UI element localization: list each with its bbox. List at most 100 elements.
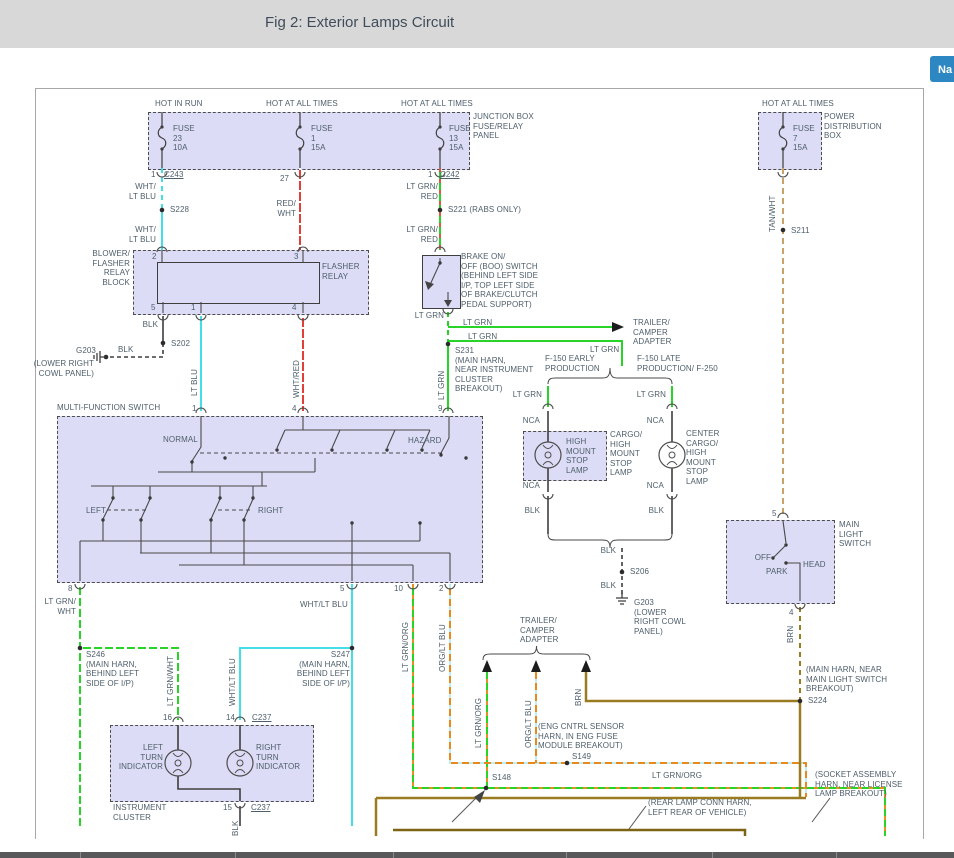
boo-switch-box — [422, 255, 461, 309]
comp-label: FLASHER RELAY — [322, 262, 360, 281]
bottom-bar-separator — [712, 852, 713, 858]
bottom-bar — [0, 852, 954, 858]
wire-label: LT GRN/ WHT — [44, 597, 76, 616]
splice-label: S246 (MAIN HARN, BEHIND LEFT SIDE OF I/P… — [86, 650, 140, 688]
comp-label: BRAKE ON/ OFF (BOO) SWITCH (BEHIND LEFT … — [461, 252, 539, 309]
wire-label: BLK — [600, 546, 616, 555]
wire-label: BLK — [648, 506, 664, 515]
pin-label: 3 — [294, 252, 299, 261]
wire-label: LT BLU — [190, 369, 199, 396]
wire-label: BLK — [142, 320, 158, 329]
conn-label: C243 — [164, 170, 184, 179]
wire-label: RED/ WHT — [276, 199, 296, 218]
note-label: HOT IN RUN — [155, 99, 203, 108]
flasher-relay-box — [157, 262, 320, 304]
wire-label: WHT/ LT BLU — [129, 225, 156, 244]
wire-label: LT GRN — [512, 390, 542, 399]
comp-label: RIGHT TURN INDICATOR — [256, 743, 301, 771]
pin-label: 4 — [292, 303, 297, 312]
wire-label: LT GRN — [463, 318, 493, 327]
note-label: F-150 LATE PRODUCTION/ F-250 — [637, 354, 718, 373]
bottom-bar-separator — [566, 852, 567, 858]
note-label: HOT AT ALL TIMES — [401, 99, 473, 108]
pin-label: 27 — [280, 174, 290, 183]
conn-label: C242 — [440, 170, 460, 179]
note-label: (MAIN HARN, NEAR MAIN LIGHT SWITCH BREAK… — [806, 665, 888, 693]
wire-label: LT GRN/ORG — [474, 697, 483, 748]
wire-label: LT GRN — [414, 311, 444, 320]
wire-label: WHT/ LT BLU — [129, 182, 156, 201]
splice-label: S224 — [808, 696, 828, 705]
bottom-bar-separator — [235, 852, 236, 858]
comp-label: TRAILER/ CAMPER ADAPTER — [520, 616, 559, 644]
splice-label: S228 — [170, 205, 190, 214]
wire-label: ORG/LT BLU — [438, 624, 447, 672]
note-label: HOT AT ALL TIMES — [762, 99, 834, 108]
wire-label: BLK — [231, 820, 240, 836]
pin-label: 4 — [789, 608, 794, 617]
wire-label: LT GRN/WHT — [166, 655, 175, 706]
comp-label: BLOWER/ FLASHER RELAY BLOCK — [92, 249, 130, 287]
nav-button[interactable]: Na — [930, 56, 954, 82]
splice-label: S202 — [171, 339, 191, 348]
note-label: (REAR LAMP CONN HARN, LEFT REAR OF VEHIC… — [648, 798, 752, 817]
pin-label: 16 — [163, 713, 173, 722]
wire-label: LT GRN/ORG — [401, 621, 410, 672]
bottom-bar-separator — [80, 852, 81, 858]
conn-label: C237 — [251, 803, 271, 812]
comp-label: HIGH MOUNT STOP LAMP — [566, 437, 596, 475]
comp-label: FUSE 1 15A — [311, 124, 333, 152]
wire-label: LT GRN — [468, 332, 498, 341]
wire-label: NCA — [646, 481, 664, 490]
pin-label: 1 — [428, 170, 433, 179]
pin-label: 5 — [340, 584, 345, 593]
conn-label: C237 — [252, 713, 272, 722]
wire-label: WHT/RED — [292, 359, 301, 398]
junction-box — [148, 112, 470, 170]
wire-label: LT GRN — [636, 390, 666, 399]
pin-label: 2 — [152, 252, 157, 261]
comp-label: CARGO/ HIGH MOUNT STOP LAMP — [610, 430, 643, 477]
pin-label: 14 — [226, 713, 236, 722]
wire-label: TAN/WHT — [768, 195, 777, 232]
comp-label: JUNCTION BOX FUSE/RELAY PANEL — [473, 112, 534, 140]
wire-label: LT GRN — [437, 370, 446, 400]
pin-label: 2 — [439, 584, 444, 593]
pin-label: 1 — [151, 170, 156, 179]
splice-label: S149 — [572, 752, 592, 761]
wire-label: BLK — [524, 506, 540, 515]
switch-position-label: OFF — [754, 553, 771, 562]
comp-label: CENTER CARGO/ HIGH MOUNT STOP LAMP — [686, 429, 720, 486]
header-bar: Fig 2: Exterior Lamps Circuit — [0, 0, 954, 48]
comp-label: MULTI-FUNCTION SWITCH — [57, 403, 161, 412]
pin-label: 5 — [151, 303, 156, 312]
wire-label: NCA — [522, 481, 540, 490]
wire-label: LT GRN/ RED — [406, 225, 438, 244]
note-label: (ENG CNTRL SENSOR HARN, IN ENG FUSE MODU… — [538, 722, 625, 750]
wire-label: NCA — [646, 416, 664, 425]
wire-label: WHT/LT BLU — [228, 658, 237, 706]
switch-position-label: HAZARD — [408, 436, 442, 445]
pin-label: 1 — [191, 303, 196, 312]
comp-label: MAIN LIGHT SWITCH — [839, 520, 872, 548]
wire-label: BRN — [574, 688, 583, 706]
ground-label: G203 — [76, 346, 96, 355]
pin-label: 15 — [223, 803, 233, 812]
wire-label: NCA — [522, 416, 540, 425]
comp-label: TRAILER/ CAMPER ADAPTER — [633, 318, 672, 346]
wire-label: LT GRN/ORG — [652, 771, 703, 780]
pin-label: 5 — [772, 509, 777, 518]
splice-label: S206 — [630, 567, 650, 576]
comp-label: FUSE 13 15A — [449, 124, 471, 152]
pin-label: 10 — [394, 584, 404, 593]
note-label: (LOWER RIGHT COWL PANEL) — [33, 359, 94, 378]
comp-label: INSTRUMENT CLUSTER — [113, 803, 167, 822]
pin-label: 1 — [192, 404, 197, 413]
comp-label: LEFT TURN INDICATOR — [118, 743, 163, 771]
comp-label: POWER DISTRIBUTION BOX — [824, 112, 882, 140]
switch-position-label: PARK — [766, 567, 788, 576]
splice-label: S221 (RABS ONLY) — [448, 205, 522, 214]
wire-label: BLK — [118, 345, 134, 354]
comp-label: FUSE 23 10A — [173, 124, 195, 152]
switch-position-label: LEFT — [86, 506, 106, 515]
